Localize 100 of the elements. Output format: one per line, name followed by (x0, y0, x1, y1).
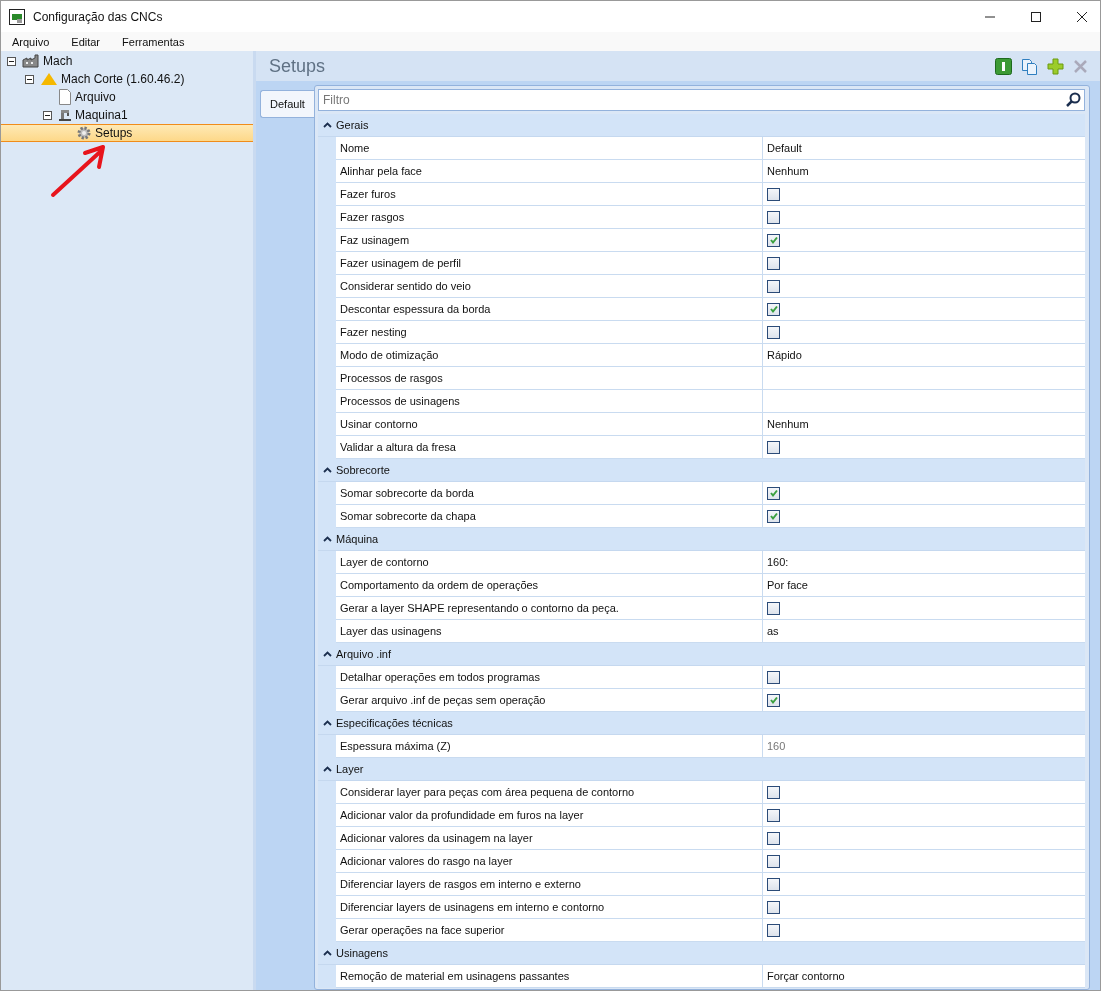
property-name: Remoção de material em usinagens passantes (336, 965, 763, 988)
property-name: Faz usinagem (336, 229, 763, 252)
checkbox[interactable] (767, 325, 780, 339)
window-title: Configuração das CNCs (33, 9, 163, 24)
collapse-icon[interactable] (7, 56, 16, 66)
collapse-icon[interactable] (322, 766, 332, 772)
checkbox[interactable] (767, 923, 780, 937)
property-value: 160 (767, 740, 786, 752)
checkbox[interactable] (767, 831, 780, 845)
property-value[interactable]: 160: (767, 556, 789, 568)
property-name: Gerar a layer SHAPE representando o contorno da peça. (336, 597, 763, 620)
triangle-icon (40, 72, 58, 86)
collapse-icon[interactable] (43, 110, 52, 120)
section-title: Gerais (336, 119, 369, 131)
property-name: Considerar sentido do veio (336, 275, 763, 298)
panel-title: Setups (269, 55, 326, 77)
property-name: Somar sobrecorte da chapa (336, 505, 763, 528)
checkbox[interactable] (767, 900, 780, 914)
property-name: Espessura máxima (Z) (336, 735, 763, 758)
property-value[interactable]: as (767, 625, 779, 637)
property-name: Processos de usinagens (336, 390, 763, 413)
property-value[interactable]: Forçar contorno (767, 970, 845, 982)
section-title: Usinagens (336, 947, 388, 959)
checkbox[interactable] (767, 187, 780, 201)
section-title: Especificações técnicas (336, 717, 453, 729)
checkbox[interactable] (767, 601, 780, 615)
property-name: Detalhar operações em todos programas (336, 666, 763, 689)
property-name: Somar sobrecorte da borda (336, 482, 763, 505)
tab[interactable]: Default (260, 90, 314, 118)
property-value[interactable]: Nenhum (767, 418, 809, 430)
property-name: Nome (336, 137, 763, 160)
checkbox[interactable] (767, 509, 780, 523)
checkbox[interactable] (767, 302, 780, 316)
property-name: Adicionar valor da profundidade em furos na layer (336, 804, 763, 827)
checkbox[interactable] (767, 854, 780, 868)
property-name: Validar a altura da fresa (336, 436, 763, 459)
property-name: Fazer usinagem de perfil (336, 252, 763, 275)
checkbox[interactable] (767, 233, 780, 247)
gear-icon (76, 125, 92, 141)
checkbox[interactable] (767, 279, 780, 293)
checkbox[interactable] (767, 877, 780, 891)
copy-icon[interactable] (1021, 57, 1038, 75)
collapse-icon[interactable] (25, 74, 34, 84)
checkbox[interactable] (767, 210, 780, 224)
property-name: Layer das usinagens (336, 620, 763, 643)
collapse-icon[interactable] (322, 536, 332, 542)
tree-item[interactable]: Mach (1, 52, 253, 70)
property-name: Gerar operações na face superior (336, 919, 763, 942)
section-title: Layer (336, 763, 364, 775)
property-name: Processos de rasgos (336, 367, 763, 390)
property-name: Adicionar valores da usinagem na layer (336, 827, 763, 850)
property-value[interactable]: Rápido (767, 349, 802, 361)
property-name: Fazer nesting (336, 321, 763, 344)
property-name: Considerar layer para peças com área pequena de contorno (336, 781, 763, 804)
collapse-icon[interactable] (322, 122, 332, 128)
menu-item[interactable]: Ferramentas (122, 35, 185, 48)
property-name: Diferenciar layers de usinagens em interno e contorno (336, 896, 763, 919)
search-icon[interactable] (1065, 92, 1081, 108)
collapse-icon[interactable] (322, 651, 332, 657)
document-icon (58, 89, 72, 105)
property-name: Fazer rasgos (336, 206, 763, 229)
section-title: Sobrecorte (336, 464, 390, 476)
filter-field[interactable]: Filtro (318, 89, 1085, 111)
checkbox[interactable] (767, 693, 780, 707)
menu-item[interactable]: Editar (71, 35, 101, 48)
checkbox[interactable] (767, 440, 780, 454)
machine-icon (58, 108, 72, 122)
property-name: Usinar contorno (336, 413, 763, 436)
tree-item[interactable]: Maquina1 (1, 106, 253, 124)
property-name: Alinhar pela face (336, 160, 763, 183)
tree-item[interactable]: Mach Corte (1.60.46.2) (1, 70, 253, 88)
checkbox[interactable] (767, 486, 780, 500)
property-name: Comportamento da ordem de operações (336, 574, 763, 597)
section-title: Máquina (336, 533, 379, 545)
property-name: Descontar espessura da borda (336, 298, 763, 321)
maximize-icon[interactable] (1030, 10, 1042, 23)
checkbox[interactable] (767, 670, 780, 684)
checkbox[interactable] (767, 785, 780, 799)
collapse-icon[interactable] (322, 720, 332, 726)
property-name: Diferenciar layers de rasgos em interno e externo (336, 873, 763, 896)
factory-icon (22, 54, 40, 68)
collapse-icon[interactable] (322, 950, 332, 956)
checkbox[interactable] (767, 256, 780, 270)
property-value[interactable]: Default (767, 142, 802, 154)
close-icon[interactable] (1076, 10, 1088, 23)
property-value[interactable]: Por face (767, 579, 808, 591)
collapse-icon[interactable] (322, 467, 332, 473)
property-name: Fazer furos (336, 183, 763, 206)
tree-item[interactable]: Arquivo (1, 88, 253, 106)
info-icon[interactable] (995, 57, 1012, 75)
filter-input[interactable]: Filtro (323, 93, 1065, 107)
property-name: Modo de otimização (336, 344, 763, 367)
tree-item[interactable]: Setups (1, 124, 253, 142)
section-title: Arquivo .inf (336, 648, 392, 660)
property-name: Layer de contorno (336, 551, 763, 574)
checkbox[interactable] (767, 808, 780, 822)
property-name: Gerar arquivo .inf de peças sem operação (336, 689, 763, 712)
menu-item[interactable]: Arquivo (12, 35, 50, 48)
property-value[interactable]: Nenhum (767, 165, 809, 177)
property-name: Adicionar valores do rasgo na layer (336, 850, 763, 873)
